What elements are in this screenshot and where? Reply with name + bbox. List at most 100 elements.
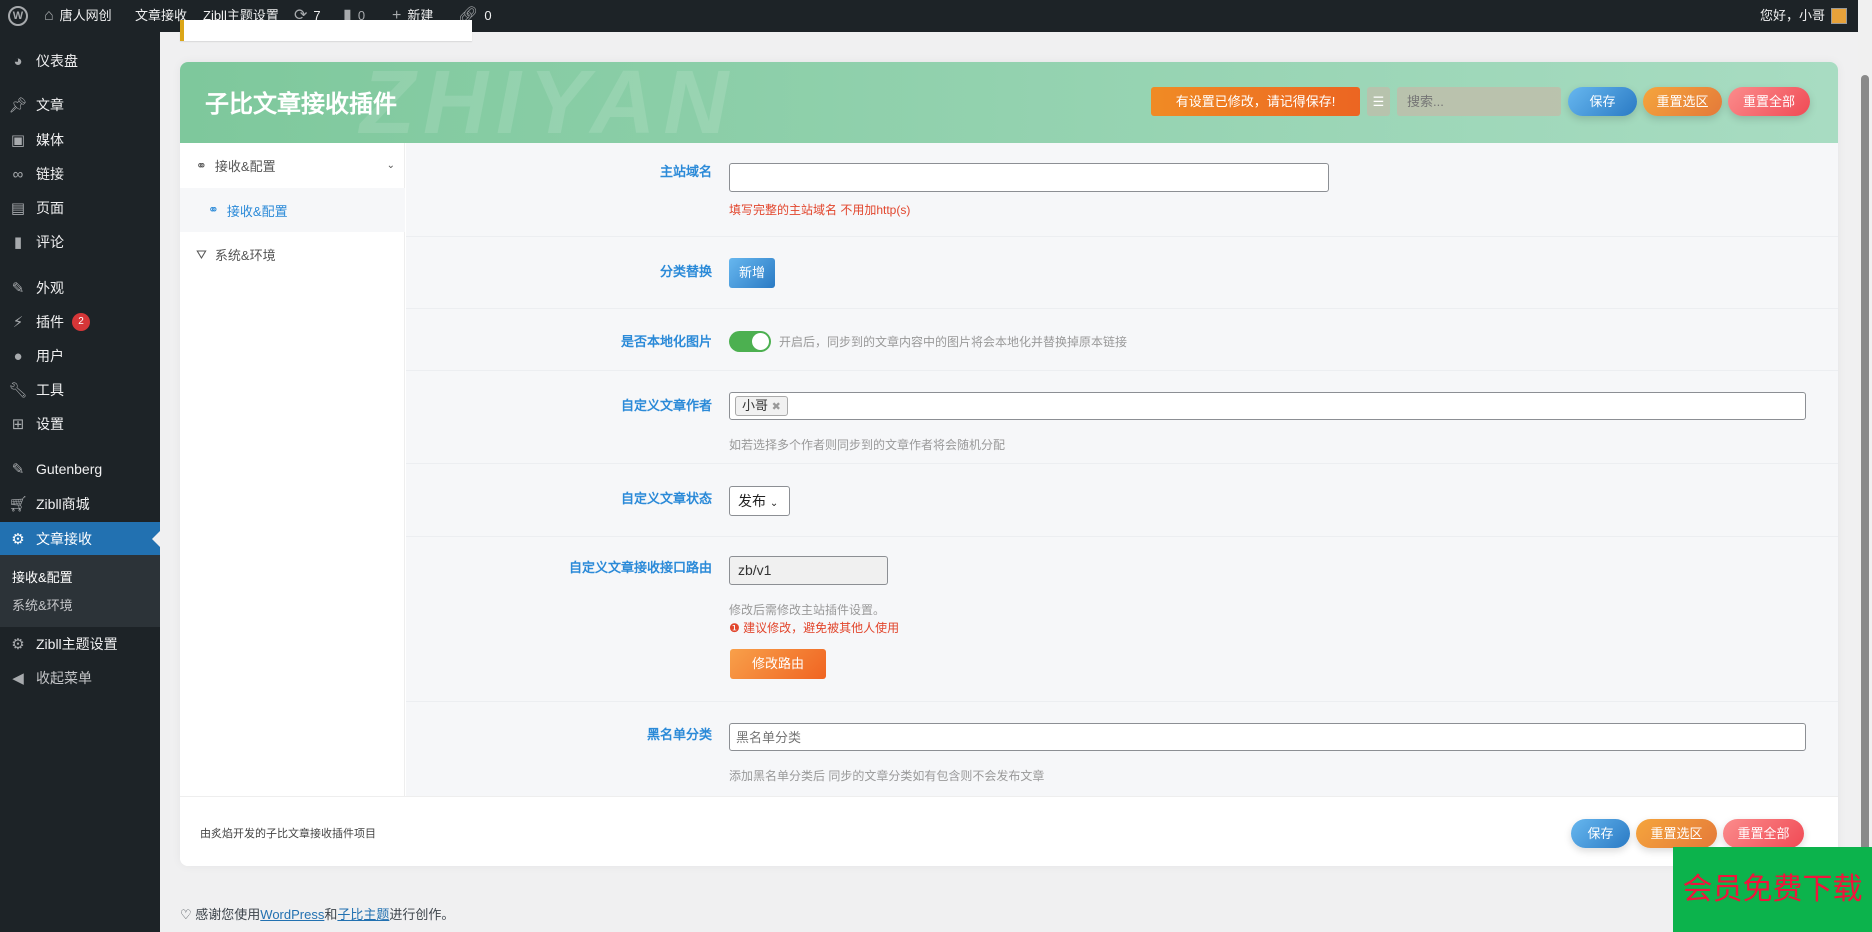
menu-label: 链接 [36,166,64,182]
menu-label: 页面 [36,200,64,216]
menu-zibll-theme-settings[interactable]: ⚙ Zibll主题设置 [0,629,160,659]
save-button[interactable]: 保存 [1568,87,1637,116]
blacklist-input[interactable] [729,723,1806,751]
watermark: ZHIYAN [360,62,737,153]
menu-label: Gutenberg [36,461,103,477]
menu-appearance[interactable]: ✎ 外观 [0,273,160,303]
footer-reset-section-button[interactable]: 重置选区 [1636,819,1717,848]
chevron-down-icon: ⌄ [386,160,395,171]
author-tag[interactable]: 小哥 ✖ [735,396,788,416]
footer-reset-all-button[interactable]: 重置全部 [1723,819,1804,848]
localize-toggle[interactable] [729,331,771,352]
field-label: 黑名单分类 [646,727,712,742]
nav-label: 接收&配置 [226,203,288,219]
reset-all-button[interactable]: 重置全部 [1728,87,1810,116]
menu-media[interactable]: ▣ 媒体 [0,125,160,155]
cart-icon: 🛒︎ [8,496,28,513]
menu-tools[interactable]: 🔧︎ 工具 [0,375,160,405]
gitlab-icon: ⛛ [196,246,207,262]
route-warning-text: 建议修改，避免被其他人使用 [743,621,900,635]
menu-gutenberg[interactable]: ✎ Gutenberg [0,454,160,484]
field-help: 开启后，同步到的文章内容中的图片将会本地化并替换掉原本链接 [779,335,1128,349]
comment-icon: ▮ [13,234,23,251]
gear-icon: ⚙ [11,636,25,653]
unsaved-notice: 有设置已修改，请记得保存! [1151,87,1360,116]
nav-system-env[interactable]: ⛛ 系统&环境 [180,232,405,277]
route-input[interactable]: zb/v1 [729,556,888,585]
plugin-panel: ZHIYAN 子比文章接收插件 有设置已修改，请记得保存! ☰ 保存 重置选区 … [180,62,1838,866]
wordpress-link[interactable]: WordPress [260,907,324,922]
avatar [1831,8,1848,24]
nav-label: 接收&配置 [214,159,276,174]
reset-section-button[interactable]: 重置选区 [1643,87,1722,116]
wordpress-logo-icon[interactable]: W [8,0,28,32]
link-icon: ⚭ [196,157,207,173]
menu-article-receive[interactable]: ⚙ 文章接收 [0,522,160,556]
domain-input[interactable] [729,163,1329,192]
field-category: 分类替换 新增 [406,237,1838,309]
field-status: 自定义文章状态 发布 ⌄ [406,464,1838,537]
submenu-system-env[interactable]: 系统&环境 [12,595,73,614]
home-icon: ⌂ [44,7,54,24]
menu-plugins[interactable]: ⚡︎ 插件 2 [0,307,160,337]
link-icon: ⚭ [208,202,219,217]
remove-icon[interactable]: ✖ [772,401,781,413]
menu-links[interactable]: ∞ 链接 [0,159,160,189]
user-icon: ● [13,347,23,365]
menu-settings[interactable]: ⊞ 设置 [0,409,160,439]
menu-users[interactable]: ● 用户 [0,341,160,371]
panel-footer: 由炙焰开发的子比文章接收插件项目 保存 重置选区 重置全部 [180,796,1838,866]
page-title: 子比文章接收插件 [205,91,397,118]
menu-label: 文章接收 [36,531,92,547]
field-help: 填写完整的主站域名 不用加http(s) [729,203,911,217]
menu-posts[interactable]: 📌︎ 文章 [0,90,160,120]
menu-label: 评论 [36,234,64,250]
author-select[interactable]: 小哥 ✖ [729,392,1806,420]
account-menu[interactable]: 您好，小哥 [1760,0,1848,32]
search-input[interactable] [1397,87,1561,116]
menu-pages[interactable]: ▤ 页面 [0,193,160,223]
plugin-icon: ⚡︎ [12,314,24,331]
theme-link[interactable]: 子比主题 [337,907,389,922]
menu-collapse[interactable]: ◀ 收起菜单 [0,663,160,693]
page-icon: ▤ [10,200,26,217]
menu-dashboard[interactable]: ◕ 仪表盘 [0,46,160,76]
menu-label: 设置 [36,416,64,432]
nav-receive-config[interactable]: ⚭ 接收&配置 ⌄ [180,143,405,188]
field-help: 添加黑名单分类后 同步的文章分类如有包含则不会发布文章 [729,769,1045,783]
admin-sidebar: ◕ 仪表盘 📌︎ 文章 ▣ 媒体 ∞ 链接 ▤ 页面 ▮ 评论 ✎ 外观 ⚡︎ 插件 2 ● 用户 … [0,32,160,932]
collapse-icon: ◀ [12,670,24,687]
nav-receive-config-child[interactable]: ⚭ 接收&配置 [180,188,405,232]
submenu-receive-config[interactable]: 接收&配置 [12,567,73,586]
field-domain: 主站域名 填写完整的主站域名 不用加http(s) [406,143,1838,237]
field-localize: 是否本地化图片 开启后，同步到的文章内容中的图片将会本地化并替换掉原本链接 [406,309,1838,371]
menu-label: 收起菜单 [36,670,92,686]
add-category-button[interactable]: 新增 [729,258,775,288]
status-select[interactable]: 发布 ⌄ [729,486,790,516]
credit-text: 由炙焰开发的子比文章接收插件项目 [200,828,376,840]
footer-text: 进行创作。 [389,907,455,922]
pencil-icon: ✎ [11,461,25,478]
gear-icon: ⚙ [11,531,25,548]
menu-label: 插件 [36,314,64,330]
menu-zibll-shop[interactable]: 🛒︎ Zibll商城 [0,489,160,519]
promo-banner[interactable]: 会员免费下载 [1673,847,1872,932]
field-label: 分类替换 [659,264,712,279]
field-label: 主站域名 [659,164,712,179]
settings-icon: ⊞ [11,416,25,433]
footer-save-button[interactable]: 保存 [1571,819,1630,848]
submenu: 接收&配置 系统&环境 [0,555,160,627]
menu-label: 用户 [36,348,64,364]
menu-label: Zibll商城 [36,496,90,512]
media-icon: ▣ [10,132,26,149]
menu-comments[interactable]: ▮ 评论 [0,227,160,257]
site-name: 唐人网创 [59,8,112,23]
scrollbar-thumb[interactable] [1861,75,1869,932]
modify-route-button[interactable]: 修改路由 [730,649,826,679]
menu-label: 外观 [36,280,64,296]
pin-icon: 📌︎ [8,97,28,114]
site-link[interactable]: ⌂ 唐人网创 [44,0,112,32]
expand-all-icon[interactable]: ☰ [1367,87,1390,116]
heart-icon: ♡ [180,907,192,922]
field-author: 自定义文章作者 小哥 ✖ 如若选择多个作者则同步到的文章作者将会随机分配 [406,371,1838,464]
